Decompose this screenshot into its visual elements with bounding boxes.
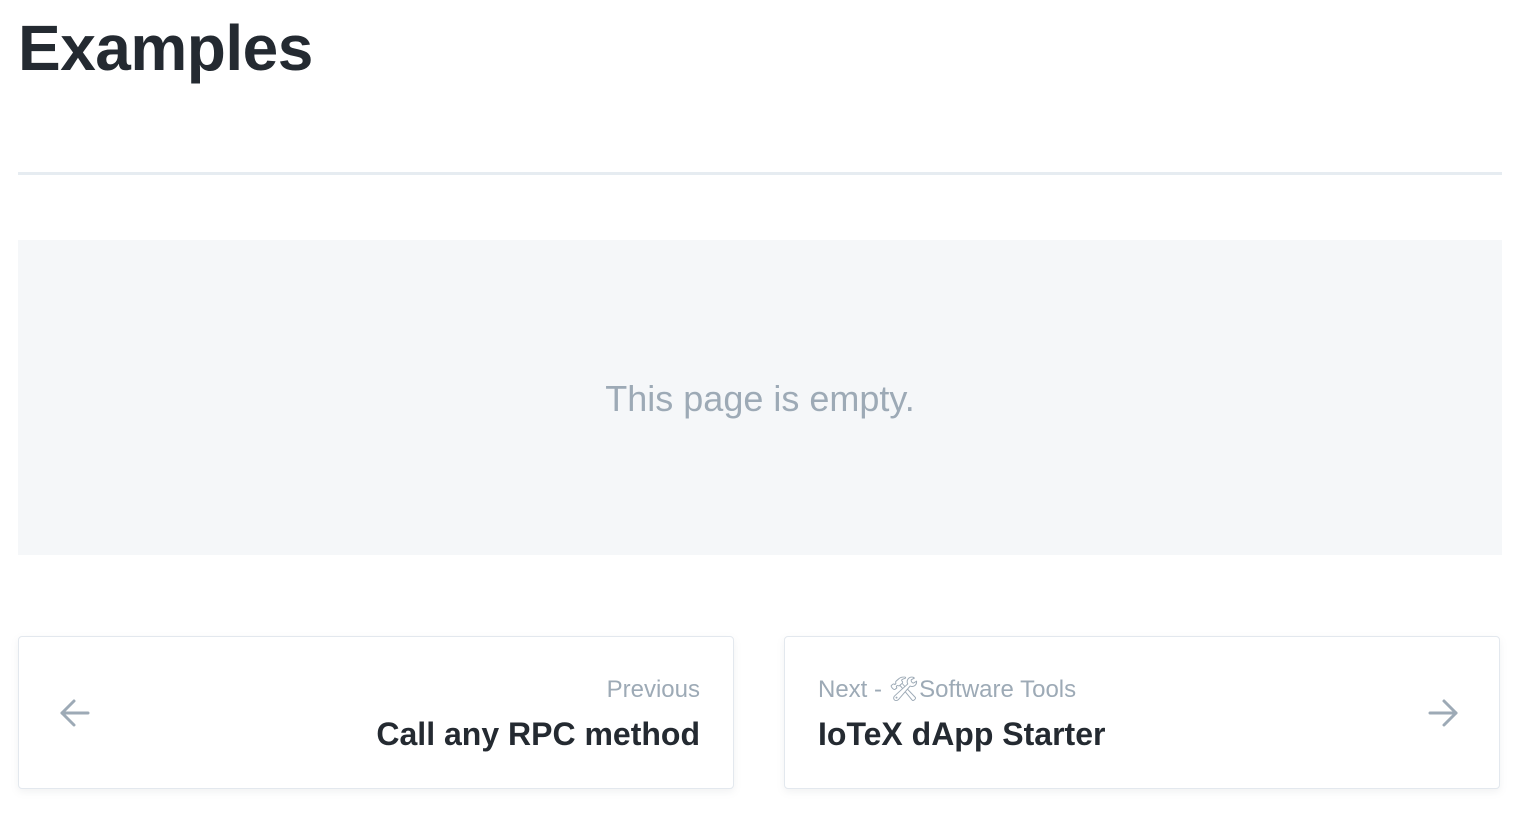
arrow-left-icon (55, 693, 95, 733)
page-title: Examples (18, 12, 313, 84)
next-page-text: Next - 🛠Software Tools IoTeX dApp Starte… (818, 675, 1105, 753)
next-page-title: IoTeX dApp Starter (818, 716, 1106, 752)
next-kicker: Next - 🛠Software Tools (818, 676, 1077, 703)
title-divider (18, 172, 1502, 175)
arrow-right-icon (1423, 693, 1463, 733)
previous-kicker: Previous (606, 676, 700, 703)
empty-page-message: This page is empty. (605, 377, 915, 419)
previous-page-text: Previous Call any RPC method (376, 675, 700, 753)
previous-page-link[interactable]: Previous Call any RPC method (18, 636, 734, 789)
next-page-link[interactable]: Next - 🛠Software Tools IoTeX dApp Starte… (784, 636, 1500, 789)
previous-page-title: Call any RPC method (376, 716, 700, 752)
empty-page-panel: This page is empty. (18, 240, 1502, 555)
